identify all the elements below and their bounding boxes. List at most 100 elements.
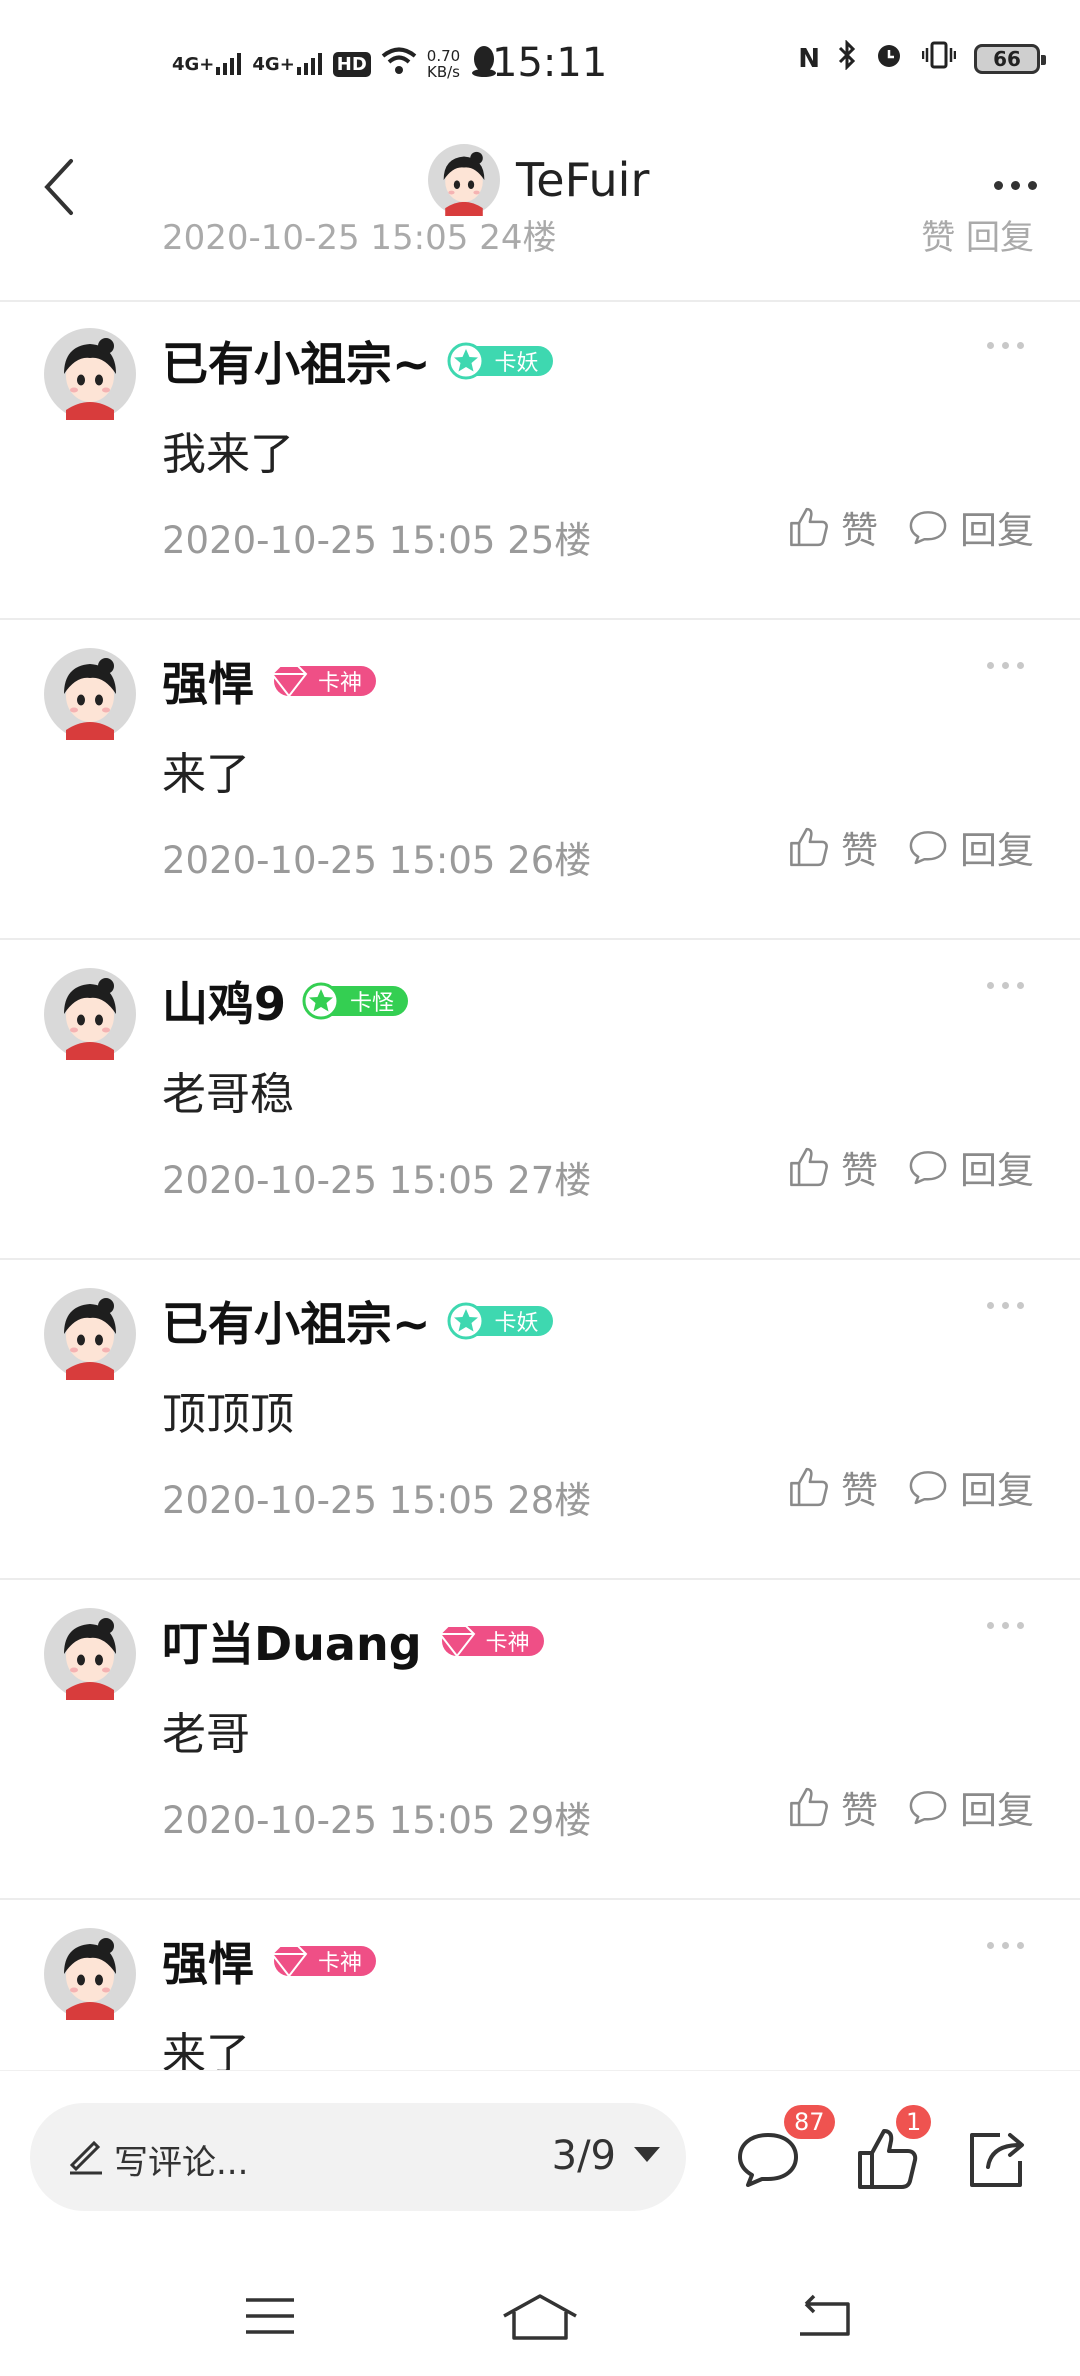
comment-time: 2020-10-25 15:05: [162, 1479, 496, 1522]
dot-icon: [987, 662, 994, 669]
comment-input[interactable]: 写评论... 3/9: [30, 2103, 686, 2211]
comment-more-button[interactable]: [987, 1302, 1024, 1309]
username[interactable]: 强悍: [162, 1928, 254, 1994]
username[interactable]: 叮当Duang: [162, 1608, 422, 1674]
comment-meta: 2020-10-25 15:05 26楼: [162, 830, 591, 884]
comment-row[interactable]: 山鸡9 卡怪 老哥稳 2020-10-25 15:05 27楼 赞 回复: [0, 940, 1080, 1260]
comment-more-button[interactable]: [987, 342, 1024, 349]
pencil-icon: [66, 2135, 106, 2179]
comment-text: 来了: [162, 749, 250, 800]
share-button[interactable]: [960, 2123, 1032, 2195]
comment-row[interactable]: 叮当Duang 卡神 老哥 2020-10-25 15:05 29楼 赞 回复: [0, 1580, 1080, 1900]
reply-button[interactable]: 回复: [906, 820, 1034, 874]
dot-icon: [987, 982, 994, 989]
back-button[interactable]: [24, 142, 94, 232]
comment-actions: 赞 回复: [785, 1780, 1034, 1834]
comment-row[interactable]: 已有小祖宗~ 卡妖我来了 2020-10-25 15:05 25楼 赞 回复: [0, 300, 1080, 620]
reply-button[interactable]: 回复: [906, 1780, 1034, 1834]
thumbs-up-icon: [790, 507, 828, 547]
menu-icon: [246, 2298, 294, 2334]
dot-icon: [1017, 1302, 1024, 1309]
like-count-badge: 1: [896, 2105, 932, 2139]
signal-icon: 4G+: [172, 53, 242, 75]
speech-bubble-icon: [909, 511, 947, 545]
star-icon: [302, 982, 340, 1020]
page-indicator[interactable]: 3/9: [552, 2133, 616, 2179]
avatar[interactable]: [44, 1608, 136, 1700]
like-button[interactable]: 赞: [785, 1140, 878, 1194]
speech-bubble-icon: [909, 1471, 947, 1505]
back-nav-button[interactable]: [774, 2276, 874, 2356]
avatar[interactable]: [44, 1928, 136, 2020]
dot-icon: [987, 1622, 994, 1629]
comment-more-button[interactable]: [987, 662, 1024, 669]
reply-label: 回复: [960, 1469, 1034, 1512]
dot-icon: [1002, 342, 1009, 349]
comment-actions: 赞 回复: [785, 820, 1034, 874]
comment-more-button[interactable]: [987, 1622, 1024, 1629]
comment-more-button[interactable]: [987, 1942, 1024, 1949]
comment-list[interactable]: 2020-10-25 15:05 24楼 赞 回复 已有小祖宗~ 卡妖 我来了 202…: [0, 220, 1080, 2070]
username[interactable]: 山鸡9: [162, 968, 286, 1034]
speed-unit: KB/s: [427, 63, 460, 81]
comment-count-badge: 87: [784, 2105, 835, 2139]
username[interactable]: 已有小祖宗~: [162, 1288, 431, 1354]
avatar[interactable]: [44, 968, 136, 1060]
like-button[interactable]: 赞: [785, 1780, 878, 1834]
comment-count-button[interactable]: 87: [732, 2105, 835, 2195]
avatar[interactable]: [44, 1288, 136, 1380]
comment-row[interactable]: 强悍 卡神 来了: [0, 1900, 1080, 2070]
comment-actions: 赞 回复: [785, 1140, 1034, 1194]
comment-floor: 25楼: [507, 519, 592, 562]
dot-icon: [1017, 342, 1024, 349]
level-badge: 卡神: [438, 1624, 544, 1658]
comment-time: 2020-10-25 15:05: [162, 839, 496, 882]
comment-floor: 26楼: [507, 839, 592, 882]
nfc-icon: N: [798, 43, 820, 74]
thumbs-up-icon: [790, 1467, 828, 1507]
reply-button[interactable]: 回复: [906, 500, 1034, 554]
more-options-button[interactable]: [980, 160, 1050, 210]
dot-icon: [987, 1302, 994, 1309]
comment-meta: 2020-10-25 15:05 29楼: [162, 1790, 591, 1844]
avatar[interactable]: [44, 328, 136, 420]
like-count-button[interactable]: 1: [850, 2105, 932, 2195]
reply-button[interactable]: 回复: [906, 1460, 1034, 1514]
like-button[interactable]: 赞: [785, 1460, 878, 1514]
avatar[interactable]: [44, 648, 136, 740]
speech-bubble-icon: [909, 831, 947, 865]
level-badge: 卡怪: [302, 982, 409, 1020]
menu-nav-button[interactable]: [220, 2276, 320, 2356]
more-dot-icon: [1010, 180, 1020, 190]
comment-text: 我来了: [162, 429, 294, 480]
comment-time: 2020-10-25 15:05: [162, 1799, 496, 1842]
comment-row[interactable]: 强悍 卡神 来了 2020-10-25 15:05 26楼 赞 回复: [0, 620, 1080, 940]
username[interactable]: 已有小祖宗~: [162, 328, 431, 394]
comment-text: 顶顶顶: [162, 1389, 294, 1440]
comment-time: 2020-10-25 15:05: [162, 519, 496, 562]
level-badge: 卡妖: [447, 1302, 553, 1340]
title-group[interactable]: TeFuir: [428, 130, 649, 230]
username-row: 已有小祖宗~ 卡妖: [162, 330, 553, 392]
like-button[interactable]: 赞: [785, 500, 878, 554]
username[interactable]: 强悍: [162, 648, 254, 714]
vibrate-icon: [921, 40, 957, 77]
caret-down-icon[interactable]: [634, 2147, 660, 2162]
partial-comment-row: 2020-10-25 15:05 24楼 赞 回复: [0, 220, 1080, 302]
username-row: 强悍 卡神: [162, 1928, 377, 1994]
avatar: [428, 144, 500, 216]
status-bar: 4G+ 4G+ HD 0.70 KB/s 15:11 N 66: [0, 0, 1080, 130]
status-time: 15:11: [492, 40, 608, 86]
comment-floor: 28楼: [507, 1479, 592, 1522]
username-row: 山鸡9 卡怪: [162, 968, 409, 1034]
comment-actions: 赞 回复: [785, 1460, 1034, 1514]
like-button[interactable]: 赞: [785, 820, 878, 874]
comment-row[interactable]: 已有小祖宗~ 卡妖顶顶顶 2020-10-25 15:05 28楼 赞 回复: [0, 1260, 1080, 1580]
reply-button[interactable]: 回复: [906, 1140, 1034, 1194]
thumbs-up-icon: [790, 827, 828, 867]
partial-actions: 赞 回复: [921, 220, 1034, 258]
like-label: 赞: [841, 829, 878, 872]
status-right: N 66: [798, 39, 1046, 77]
comment-more-button[interactable]: [987, 982, 1024, 989]
home-nav-button[interactable]: [490, 2276, 590, 2356]
